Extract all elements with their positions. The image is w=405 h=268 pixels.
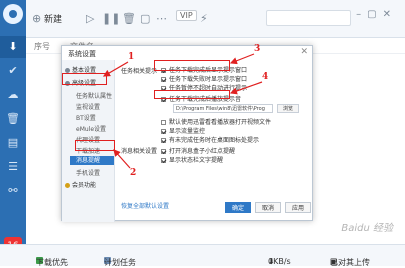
arrow-1 <box>102 61 129 77</box>
annotation-label-3: 3 <box>254 44 261 54</box>
annotation-label-4: 4 <box>262 72 269 82</box>
annotation-label-2: 2 <box>130 168 137 178</box>
status-bar: 下载优先 计划任务 ⬇ 0KB/s ▣ 已对其上传 <box>0 244 405 267</box>
arrow-2 <box>113 149 131 169</box>
watermark: Baidu 经验 <box>341 223 393 234</box>
arrow-3 <box>229 53 255 65</box>
annotation-label-1: 1 <box>128 52 135 62</box>
arrow-4 <box>229 81 263 95</box>
